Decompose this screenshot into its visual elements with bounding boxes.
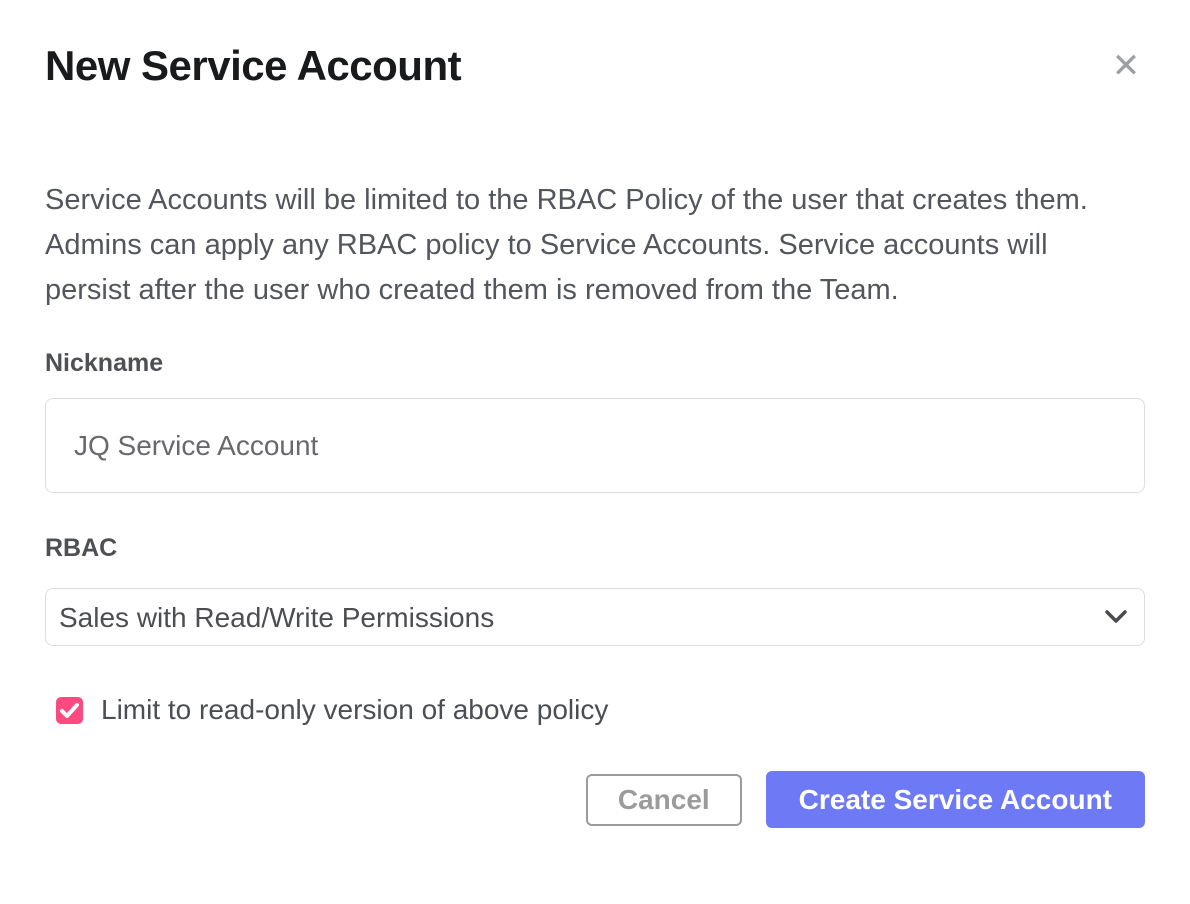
read-only-checkbox-row[interactable]: Limit to read-only version of above poli… <box>56 694 608 726</box>
close-icon[interactable]: ✕ <box>1106 46 1146 86</box>
checkbox-checked-icon[interactable] <box>56 697 83 724</box>
rbac-select-wrap: Sales with Read/Write Permissions <box>45 588 1145 646</box>
modal-description: Service Accounts will be limited to the … <box>45 178 1130 313</box>
create-service-account-button[interactable]: Create Service Account <box>766 771 1145 828</box>
rbac-label: RBAC <box>45 534 1145 562</box>
nickname-input[interactable] <box>45 398 1145 493</box>
read-only-checkbox-label: Limit to read-only version of above poli… <box>101 694 608 726</box>
cancel-button[interactable]: Cancel <box>586 774 742 826</box>
rbac-select[interactable]: Sales with Read/Write Permissions <box>45 588 1145 646</box>
modal-actions: Cancel Create Service Account <box>45 771 1145 828</box>
modal-title: New Service Account <box>45 0 1145 90</box>
new-service-account-modal: New Service Account ✕ Service Accounts w… <box>0 0 1190 904</box>
nickname-label: Nickname <box>45 349 1145 377</box>
